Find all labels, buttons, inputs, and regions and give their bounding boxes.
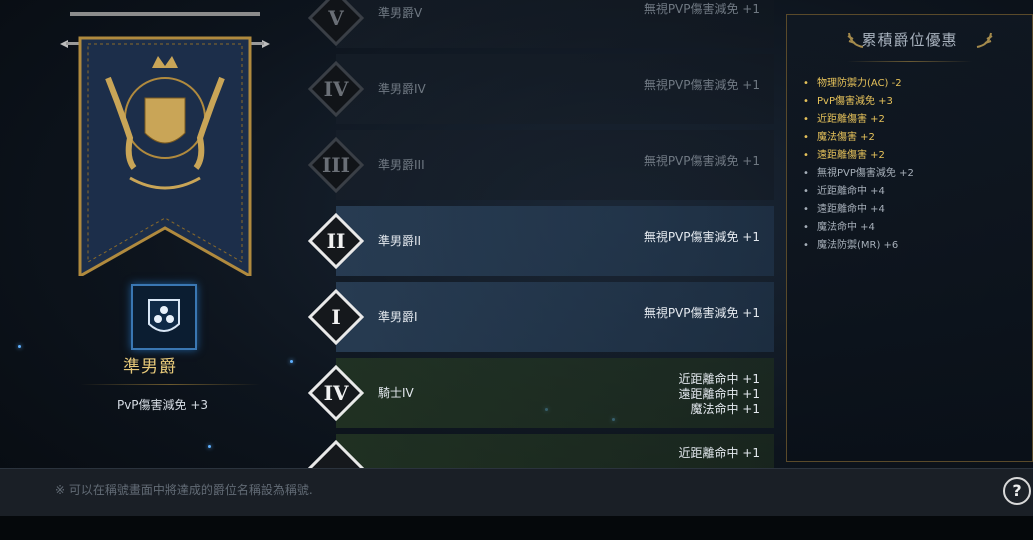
rank-row-baronet-2[interactable]: 準男爵II 無視PVP傷害減免 +1 <box>336 206 774 276</box>
cumulative-benefits-panel: 累積爵位優惠 物理防禦力(AC) -2 PvP傷害減免 +3 近距離傷害 +2 … <box>786 14 1033 462</box>
benefit-item: 魔法傷害 +2 <box>803 129 914 147</box>
laurel-right-icon <box>976 32 993 48</box>
sparkle-decoration <box>290 360 293 363</box>
benefit-item: PvP傷害減免 +3 <box>803 93 914 111</box>
rank-bonus: 無視PVP傷害減免 +1 <box>643 230 760 244</box>
rank-row-baronet-3[interactable]: 準男爵III 無視PVP傷害減免 +1 <box>336 130 774 200</box>
rank-bonus: 近距離命中 +1 <box>678 446 760 460</box>
rank-emblem-panel: 準男爵 PvP傷害減免 +3 <box>0 0 300 468</box>
divider <box>80 384 260 385</box>
rank-title: 準男爵II <box>378 234 422 248</box>
benefit-item: 無視PVP傷害減免 +2 <box>803 165 914 183</box>
benefit-item: 遠距離命中 +4 <box>803 201 914 219</box>
help-button[interactable]: ? <box>1003 477 1031 505</box>
benefit-item: 近距離傷害 +2 <box>803 111 914 129</box>
heraldic-banner-icon <box>60 12 270 276</box>
rank-row-knight-4[interactable]: 騎士IV 近距離命中 +1 遠距離命中 +1 魔法命中 +1 <box>336 358 774 428</box>
rank-bonus: 無視PVP傷害減免 +1 <box>643 78 760 92</box>
rank-emblem <box>131 284 197 350</box>
cumulative-benefits-title: 累積爵位優惠 <box>861 31 958 49</box>
rank-bonus: 近距離命中 +1 遠距離命中 +1 魔法命中 +1 <box>678 372 760 416</box>
benefit-item: 遠距離傷害 +2 <box>803 147 914 165</box>
sparkle-decoration <box>18 345 21 348</box>
rank-bonus: 無視PVP傷害減免 +1 <box>643 154 760 168</box>
rank-title: 準男爵V <box>378 6 423 20</box>
rank-bonus: 無視PVP傷害減免 +1 <box>643 2 760 16</box>
rank-badge: I <box>307 288 365 346</box>
footer-note: ※ 可以在稱號畫面中將達成的爵位名稱設為稱號. <box>55 483 313 497</box>
benefit-item: 近距離命中 +4 <box>803 183 914 201</box>
footer-bar: ※ 可以在稱號畫面中將達成的爵位名稱設為稱號. ? <box>0 468 1033 517</box>
rank-title: 準男爵III <box>378 158 425 172</box>
rank-badge: V <box>307 0 365 47</box>
rank-row-baronet-5[interactable]: 準男爵V 無視PVP傷害減免 +1 <box>336 0 774 48</box>
rank-bonus: 無視PVP傷害減免 +1 <box>643 306 760 320</box>
current-rank-name: 準男爵 <box>123 357 177 377</box>
rank-badge: IV <box>307 60 365 118</box>
rank-row-baronet-4[interactable]: 準男爵IV 無視PVP傷害減免 +1 <box>336 54 774 124</box>
bottom-strip <box>0 516 1033 540</box>
sparkle-decoration <box>208 445 211 448</box>
rank-title: 準男爵IV <box>378 82 426 96</box>
cumulative-benefits-list: 物理防禦力(AC) -2 PvP傷害減免 +3 近距離傷害 +2 魔法傷害 +2… <box>803 75 914 255</box>
benefit-item: 魔法防禦(MR) +6 <box>803 237 914 255</box>
rank-badge <box>308 440 364 468</box>
rank-row-knight-3[interactable]: 近距離命中 +1 <box>336 434 774 468</box>
rank-badge: II <box>307 212 365 270</box>
rank-title: 準男爵I <box>378 310 418 324</box>
benefit-item: 魔法命中 +4 <box>803 219 914 237</box>
rank-row-baronet-1[interactable]: 準男爵I 無視PVP傷害減免 +1 <box>336 282 774 352</box>
rank-title: 騎士IV <box>378 386 414 400</box>
divider <box>847 61 972 62</box>
shield-orbs-icon <box>148 299 180 332</box>
rank-badge: IV <box>307 364 365 422</box>
benefit-item: 物理防禦力(AC) -2 <box>803 75 914 93</box>
rank-badge: III <box>307 136 365 194</box>
current-rank-bonus: PvP傷害減免 +3 <box>116 398 209 412</box>
